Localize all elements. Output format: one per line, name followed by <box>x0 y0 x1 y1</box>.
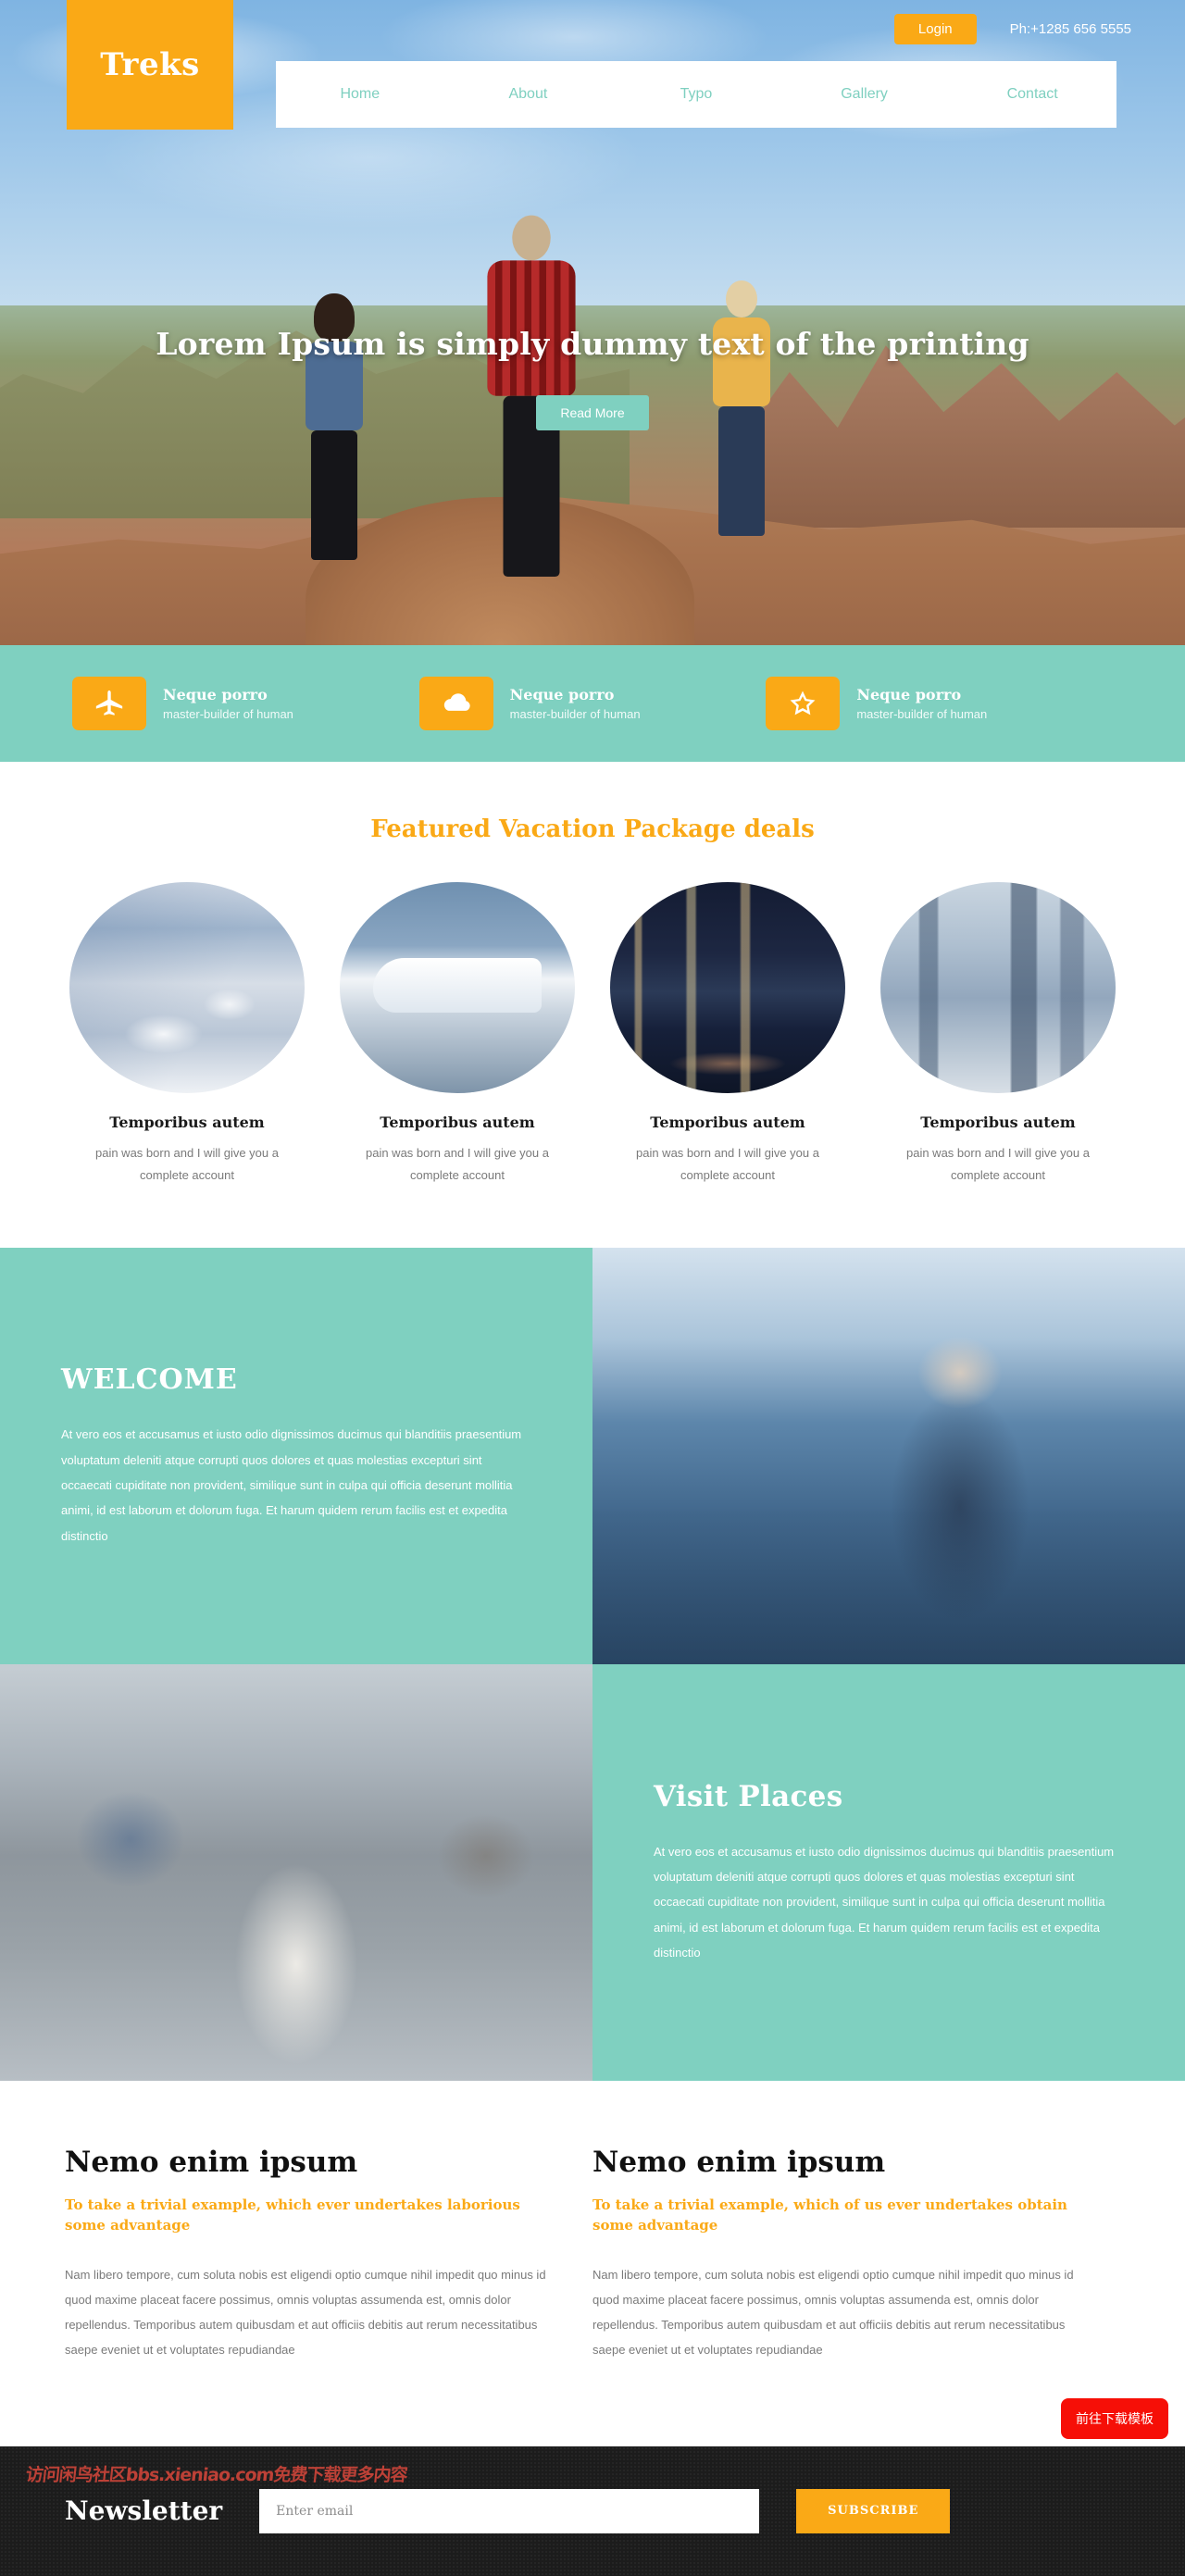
nemo-column-left: Nemo enim ipsum To take a trivial exampl… <box>65 2146 592 2363</box>
site-logo[interactable]: Treks <box>67 0 233 130</box>
package-title: Temporibus autem <box>650 1114 805 1131</box>
login-button[interactable]: Login <box>893 13 977 44</box>
package-description: pain was born and I will give you a comp… <box>365 1146 549 1183</box>
visit-body: At vero eos et accusamus et iusto odio d… <box>654 1844 1115 1960</box>
package-card[interactable]: Temporibus autem pain was born and I wil… <box>610 882 845 1187</box>
read-more-button[interactable]: Read More <box>536 395 649 430</box>
feature-item-star[interactable]: Neque porro master-builder of human <box>766 677 1113 730</box>
welcome-section: WELCOME At vero eos et accusamus et iust… <box>0 1248 1185 1665</box>
feature-item-cloud[interactable]: Neque porro master-builder of human <box>418 677 767 730</box>
nemo-title: Nemo enim ipsum <box>592 2146 886 2180</box>
package-image-cruise <box>340 882 575 1093</box>
visit-photo <box>0 1664 592 2082</box>
feature-subtitle: master-builder of human <box>509 706 641 721</box>
welcome-photo <box>592 1248 1185 1665</box>
welcome-heading: WELCOME <box>61 1363 238 1397</box>
featured-packages-section: Featured Vacation Package deals Temporib… <box>0 762 1185 1249</box>
visit-places-section: Visit Places At vero eos et accusamus et… <box>0 1664 1185 2082</box>
feature-subtitle: master-builder of human <box>856 706 988 721</box>
nemo-body: Nam libero tempore, cum soluta nobis est… <box>592 2267 1074 2358</box>
package-description: pain was born and I will give you a comp… <box>905 1146 1090 1183</box>
nav-item-gallery[interactable]: Gallery <box>780 86 949 103</box>
package-title: Temporibus autem <box>380 1114 535 1131</box>
subscribe-button[interactable]: SUBSCRIBE <box>796 2488 951 2533</box>
hero-caption: Lorem Ipsum is simply dummy text of the … <box>0 326 1185 430</box>
hiker-head <box>512 215 551 261</box>
package-card[interactable]: Temporibus autem pain was born and I wil… <box>880 882 1116 1187</box>
download-template-button[interactable]: 前往下载模板 <box>1061 2397 1168 2439</box>
feature-title: Neque porro <box>509 686 615 704</box>
visit-text-block: Visit Places At vero eos et accusamus et… <box>592 1664 1185 2082</box>
welcome-body: At vero eos et accusamus et iusto odio d… <box>61 1427 522 1543</box>
newsletter-title: Newsletter <box>65 2495 223 2527</box>
nemo-subtitle: To take a trivial example, which ever un… <box>65 2196 520 2234</box>
hiker-legs <box>311 430 357 560</box>
nemo-subtitle: To take a trivial example, which of us e… <box>592 2196 1067 2234</box>
packages-heading: Featured Vacation Package deals <box>370 815 815 843</box>
feature-subtitle: master-builder of human <box>163 706 293 721</box>
nav-item-typo[interactable]: Typo <box>612 86 780 103</box>
package-card[interactable]: Temporibus autem pain was born and I wil… <box>69 882 305 1187</box>
hero-banner: Login Ph:+1285 656 5555 Treks Home About… <box>0 0 1185 645</box>
welcome-text-block: WELCOME At vero eos et accusamus et iust… <box>0 1248 592 1665</box>
feature-title: Neque porro <box>856 686 962 704</box>
visit-heading: Visit Places <box>654 1779 843 1813</box>
newsletter-email-input[interactable] <box>259 2488 760 2533</box>
nav-item-about[interactable]: About <box>444 86 613 103</box>
logo-text: Treks <box>100 46 200 83</box>
nemo-body: Nam libero tempore, cum soluta nobis est… <box>65 2267 546 2358</box>
star-icon <box>766 677 841 730</box>
package-image-night-skyline <box>610 882 845 1093</box>
hiker-head <box>726 280 757 317</box>
nav-item-contact[interactable]: Contact <box>948 86 1116 103</box>
main-navigation: Home About Typo Gallery Contact <box>276 61 1116 128</box>
package-description: pain was born and I will give you a comp… <box>635 1146 819 1183</box>
feature-item-plane[interactable]: Neque porro master-builder of human <box>72 677 419 730</box>
package-image-santorini <box>69 882 305 1093</box>
nemo-column-right: Nemo enim ipsum To take a trivial exampl… <box>592 2146 1120 2363</box>
package-image-merlion <box>880 882 1116 1093</box>
plane-icon <box>72 677 146 730</box>
package-description: pain was born and I will give you a comp… <box>94 1146 279 1183</box>
nemo-section: Nemo enim ipsum To take a trivial exampl… <box>0 2081 1185 2446</box>
newsletter-footer: 前往下载模板 访问闲鸟社区bbs.xieniao.com免费下载更多内容 New… <box>0 2397 1185 2576</box>
cloud-icon <box>418 677 493 730</box>
nemo-title: Nemo enim ipsum <box>65 2146 358 2180</box>
phone-number: Ph:+1285 656 5555 <box>1009 20 1131 37</box>
feature-strip: Neque porro master-builder of human Nequ… <box>0 645 1185 762</box>
feature-title: Neque porro <box>163 686 268 704</box>
watermark-text: 访问闲鸟社区bbs.xieniao.com免费下载更多内容 <box>24 2464 408 2485</box>
nav-item-home[interactable]: Home <box>276 86 444 103</box>
package-title: Temporibus autem <box>920 1114 1076 1131</box>
package-title: Temporibus autem <box>109 1114 265 1131</box>
packages-row: Temporibus autem pain was born and I wil… <box>0 882 1185 1187</box>
package-card[interactable]: Temporibus autem pain was born and I wil… <box>340 882 575 1187</box>
page-root: Login Ph:+1285 656 5555 Treks Home About… <box>0 0 1185 2576</box>
hero-title: Lorem Ipsum is simply dummy text of the … <box>156 326 1029 362</box>
